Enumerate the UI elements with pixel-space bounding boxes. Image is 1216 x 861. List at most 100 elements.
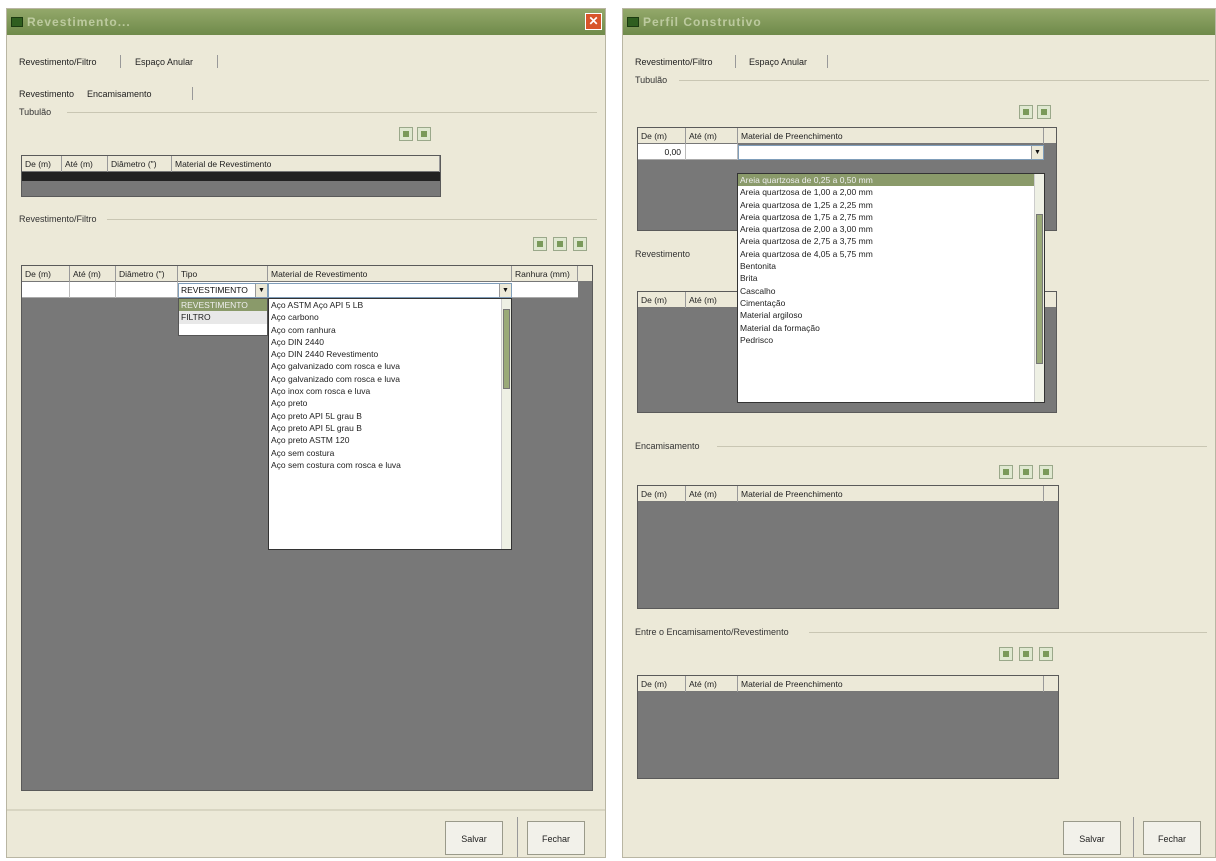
cell-de[interactable] — [22, 282, 70, 298]
fill-option[interactable]: Areia quartzosa de 2,00 a 3,00 mm — [738, 223, 1044, 235]
tab-espaco-anular[interactable]: Espaço Anular — [135, 57, 193, 71]
subtab-encamisamento[interactable]: Encamisamento — [87, 89, 152, 103]
add-row-icon[interactable] — [999, 465, 1013, 479]
material-select[interactable]: ▼ — [268, 283, 512, 298]
edit-row-icon[interactable] — [1019, 465, 1033, 479]
col-ate[interactable]: Até (m) — [62, 156, 108, 172]
grid-header: De (m) Até (m) Material de Preenchimento — [638, 676, 1058, 692]
material-option[interactable]: Aço preto API 5L grau B — [269, 422, 511, 434]
col-material[interactable]: Material de Revestimento — [172, 156, 440, 172]
material-option[interactable]: Aço preto ASTM 120 — [269, 434, 511, 446]
material-option[interactable]: Aço com ranhura — [269, 324, 511, 336]
col-material[interactable]: Material de Preenchimento — [738, 676, 1044, 692]
scroll-thumb[interactable] — [503, 309, 510, 389]
fill-option[interactable]: Brita — [738, 272, 1044, 284]
tipo-option[interactable]: REVESTIMENTO — [179, 299, 267, 312]
col-de[interactable]: De (m) — [22, 156, 62, 172]
material-option[interactable]: Aço DIN 2440 — [269, 336, 511, 348]
save-button[interactable]: Salvar — [445, 821, 503, 855]
material-option[interactable]: Aço sem costura com rosca e luva — [269, 459, 511, 471]
material-option[interactable]: Aço inox com rosca e luva — [269, 385, 511, 397]
fill-option[interactable]: Bentonita — [738, 260, 1044, 272]
scroll-thumb[interactable] — [1036, 214, 1043, 364]
edit-row-icon[interactable] — [553, 237, 567, 251]
col-de[interactable]: De (m) — [638, 292, 686, 308]
edit-row-icon[interactable] — [1019, 647, 1033, 661]
col-material[interactable]: Material de Preenchimento — [738, 128, 1044, 144]
material-option[interactable]: Aço sem costura — [269, 447, 511, 459]
close-button[interactable]: Fechar — [1143, 821, 1201, 855]
section-tubulao-label: Tubulão — [635, 75, 668, 85]
material-option[interactable]: Aço DIN 2440 Revestimento — [269, 348, 511, 360]
fill-option[interactable]: Material da formação — [738, 322, 1044, 334]
fill-option[interactable]: Cimentação — [738, 297, 1044, 309]
fill-option[interactable]: Areia quartzosa de 0,25 a 0,50 mm — [738, 174, 1044, 187]
col-de[interactable]: De (m) — [638, 486, 686, 502]
fill-option[interactable]: Areia quartzosa de 1,00 a 2,00 mm — [738, 186, 1044, 198]
fill-option[interactable]: Areia quartzosa de 1,25 a 2,25 mm — [738, 199, 1044, 211]
dropdown-scrollbar[interactable] — [1034, 174, 1044, 402]
material-option[interactable]: Aço preto API 5L grau B — [269, 410, 511, 422]
tab-revestimento-filtro[interactable]: Revestimento/Filtro — [635, 57, 713, 71]
material-option[interactable]: Aço galvanizado com rosca e luva — [269, 373, 511, 385]
chevron-down-icon[interactable]: ▼ — [255, 284, 267, 297]
table-row[interactable]: 0,00 — [638, 144, 738, 160]
add-row-icon[interactable] — [1019, 105, 1033, 119]
cell-de[interactable]: 0,00 — [638, 144, 686, 160]
tipo-select[interactable]: REVESTIMENTO ▼ — [178, 283, 268, 298]
section-entre-label: Entre o Encamisamento/Revestimento — [635, 627, 789, 637]
cell-diametro[interactable] — [116, 282, 178, 298]
tab-separator — [192, 87, 193, 100]
col-ate[interactable]: Até (m) — [686, 128, 738, 144]
remove-row-icon[interactable] — [573, 237, 587, 251]
tab-revestimento-filtro[interactable]: Revestimento/Filtro — [19, 57, 97, 71]
chevron-down-icon[interactable]: ▼ — [499, 284, 511, 297]
fill-option[interactable]: Areia quartzosa de 2,75 a 3,75 mm — [738, 235, 1044, 247]
close-button[interactable]: Fechar — [527, 821, 585, 855]
col-de[interactable]: De (m) — [638, 676, 686, 692]
cell-ate[interactable] — [686, 144, 738, 160]
col-ate[interactable]: Até (m) — [686, 292, 738, 308]
add-row-icon[interactable] — [999, 647, 1013, 661]
close-icon[interactable]: ✕ — [585, 13, 602, 30]
remove-row-icon[interactable] — [1037, 105, 1051, 119]
material-option[interactable]: Aço preto — [269, 397, 511, 409]
col-ate[interactable]: Até (m) — [686, 676, 738, 692]
cell-ate[interactable] — [70, 282, 116, 298]
remove-row-icon[interactable] — [417, 127, 431, 141]
fill-option[interactable]: Pedrisco — [738, 334, 1044, 346]
grid-header: De (m) Até (m) Diâmetro (") Material de … — [22, 156, 440, 172]
grid-empty-band — [22, 172, 440, 181]
col-de[interactable]: De (m) — [638, 128, 686, 144]
save-button[interactable]: Salvar — [1063, 821, 1121, 855]
revestimento-grid: De (m) Até (m) Diâmetro (") Tipo Materia… — [21, 265, 593, 791]
add-row-icon[interactable] — [399, 127, 413, 141]
col-material[interactable]: Material de Revestimento — [268, 266, 512, 282]
fill-option[interactable]: Material argiloso — [738, 309, 1044, 321]
col-ranhura[interactable]: Ranhura (mm) — [512, 266, 578, 282]
tipo-option[interactable]: FILTRO — [179, 311, 267, 324]
fill-option[interactable]: Areia quartzosa de 1,75 a 2,75 mm — [738, 211, 1044, 223]
section-tubulao-label: Tubulão — [19, 107, 52, 117]
material-option[interactable]: Aço ASTM Aço API 5 LB — [269, 299, 511, 311]
fill-option[interactable]: Cascalho — [738, 285, 1044, 297]
col-ate[interactable]: Até (m) — [686, 486, 738, 502]
add-row-icon[interactable] — [533, 237, 547, 251]
fill-material-dropdown: Areia quartzosa de 0,25 a 0,50 mm Areia … — [737, 173, 1045, 403]
fill-option[interactable]: Areia quartzosa de 4,05 a 5,75 mm — [738, 248, 1044, 260]
col-diametro[interactable]: Diâmetro (") — [108, 156, 172, 172]
col-tipo[interactable]: Tipo — [178, 266, 268, 282]
subtab-revestimento[interactable]: Revestimento — [19, 89, 74, 103]
material-option[interactable]: Aço carbono — [269, 311, 511, 323]
fill-material-select[interactable]: ▼ — [738, 145, 1044, 160]
remove-row-icon[interactable] — [1039, 465, 1053, 479]
col-de[interactable]: De (m) — [22, 266, 70, 282]
col-diametro[interactable]: Diâmetro (") — [116, 266, 178, 282]
col-ate[interactable]: Até (m) — [70, 266, 116, 282]
material-option[interactable]: Aço galvanizado com rosca e luva — [269, 360, 511, 372]
remove-row-icon[interactable] — [1039, 647, 1053, 661]
col-material[interactable]: Material de Preenchimento — [738, 486, 1044, 502]
tab-espaco-anular[interactable]: Espaço Anular — [749, 57, 807, 71]
chevron-down-icon[interactable]: ▼ — [1031, 146, 1043, 159]
dropdown-scrollbar[interactable] — [501, 299, 511, 549]
